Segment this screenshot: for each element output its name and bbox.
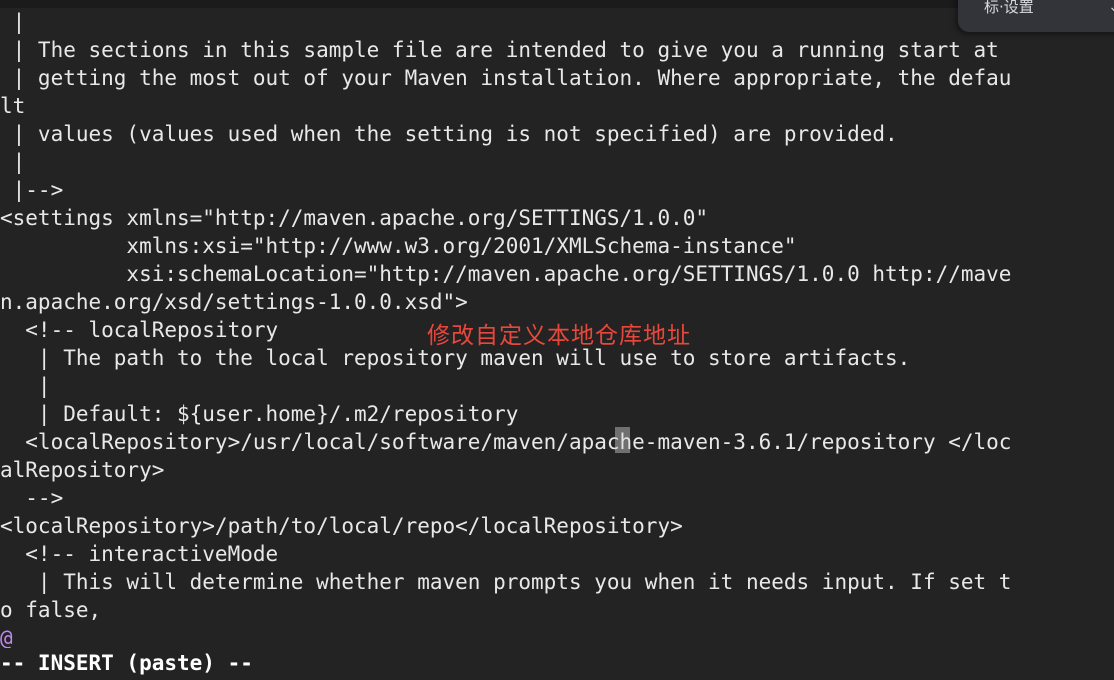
- terminal-window[interactable]: | | The sections in this sample file are…: [0, 0, 1114, 680]
- terminal-top-edge-strip: [0, 0, 1114, 8]
- vim-continuation-marker: @: [0, 626, 13, 648]
- buffer-line: | This will determine whether maven prom…: [0, 570, 1012, 594]
- buffer-line: <settings xmlns="http://maven.apache.org…: [0, 206, 709, 230]
- floating-overlay-panel[interactable]: 标·设置 ⌄: [958, 0, 1114, 32]
- buffer-line: <localRepository>/path/to/local/repo</lo…: [0, 514, 683, 538]
- buffer-line: xmlns:xsi="http://www.w3.org/2001/XMLSch…: [0, 234, 797, 258]
- buffer-line: |: [0, 10, 26, 34]
- buffer-line: xsi:schemaLocation="http://maven.apache.…: [0, 262, 1012, 286]
- buffer-line: |-->: [0, 178, 64, 202]
- vim-status-line: -- INSERT (paste) --: [0, 648, 1114, 680]
- red-annotation-label: 修改自定义本地仓库地址: [427, 323, 691, 349]
- buffer-line-wrapped: o false,: [0, 598, 102, 622]
- buffer-line: | The sections in this sample file are i…: [0, 38, 999, 62]
- buffer-line-wrapped: n.apache.org/xsd/settings-1.0.0.xsd">: [0, 290, 468, 314]
- buffer-line-wrapped: lt: [0, 94, 26, 118]
- buffer-line: | getting the most out of your Maven ins…: [0, 66, 1012, 90]
- buffer-line-wrapped: alRepository>: [0, 458, 165, 482]
- floating-panel-label: 标·设置: [984, 0, 1034, 16]
- buffer-line-local-repository: <localRepository>/usr/local/software/mav…: [0, 430, 1012, 454]
- buffer-line: | values (values used when the setting i…: [0, 122, 898, 146]
- chevron-down-icon[interactable]: ⌄: [1108, 0, 1114, 15]
- buffer-line: |: [0, 150, 26, 174]
- buffer-line: |: [0, 374, 51, 398]
- buffer-line: -->: [0, 486, 64, 510]
- buffer-line: | Default: ${user.home}/.m2/repository: [0, 402, 519, 426]
- buffer-line: <!-- interactiveMode: [0, 542, 279, 566]
